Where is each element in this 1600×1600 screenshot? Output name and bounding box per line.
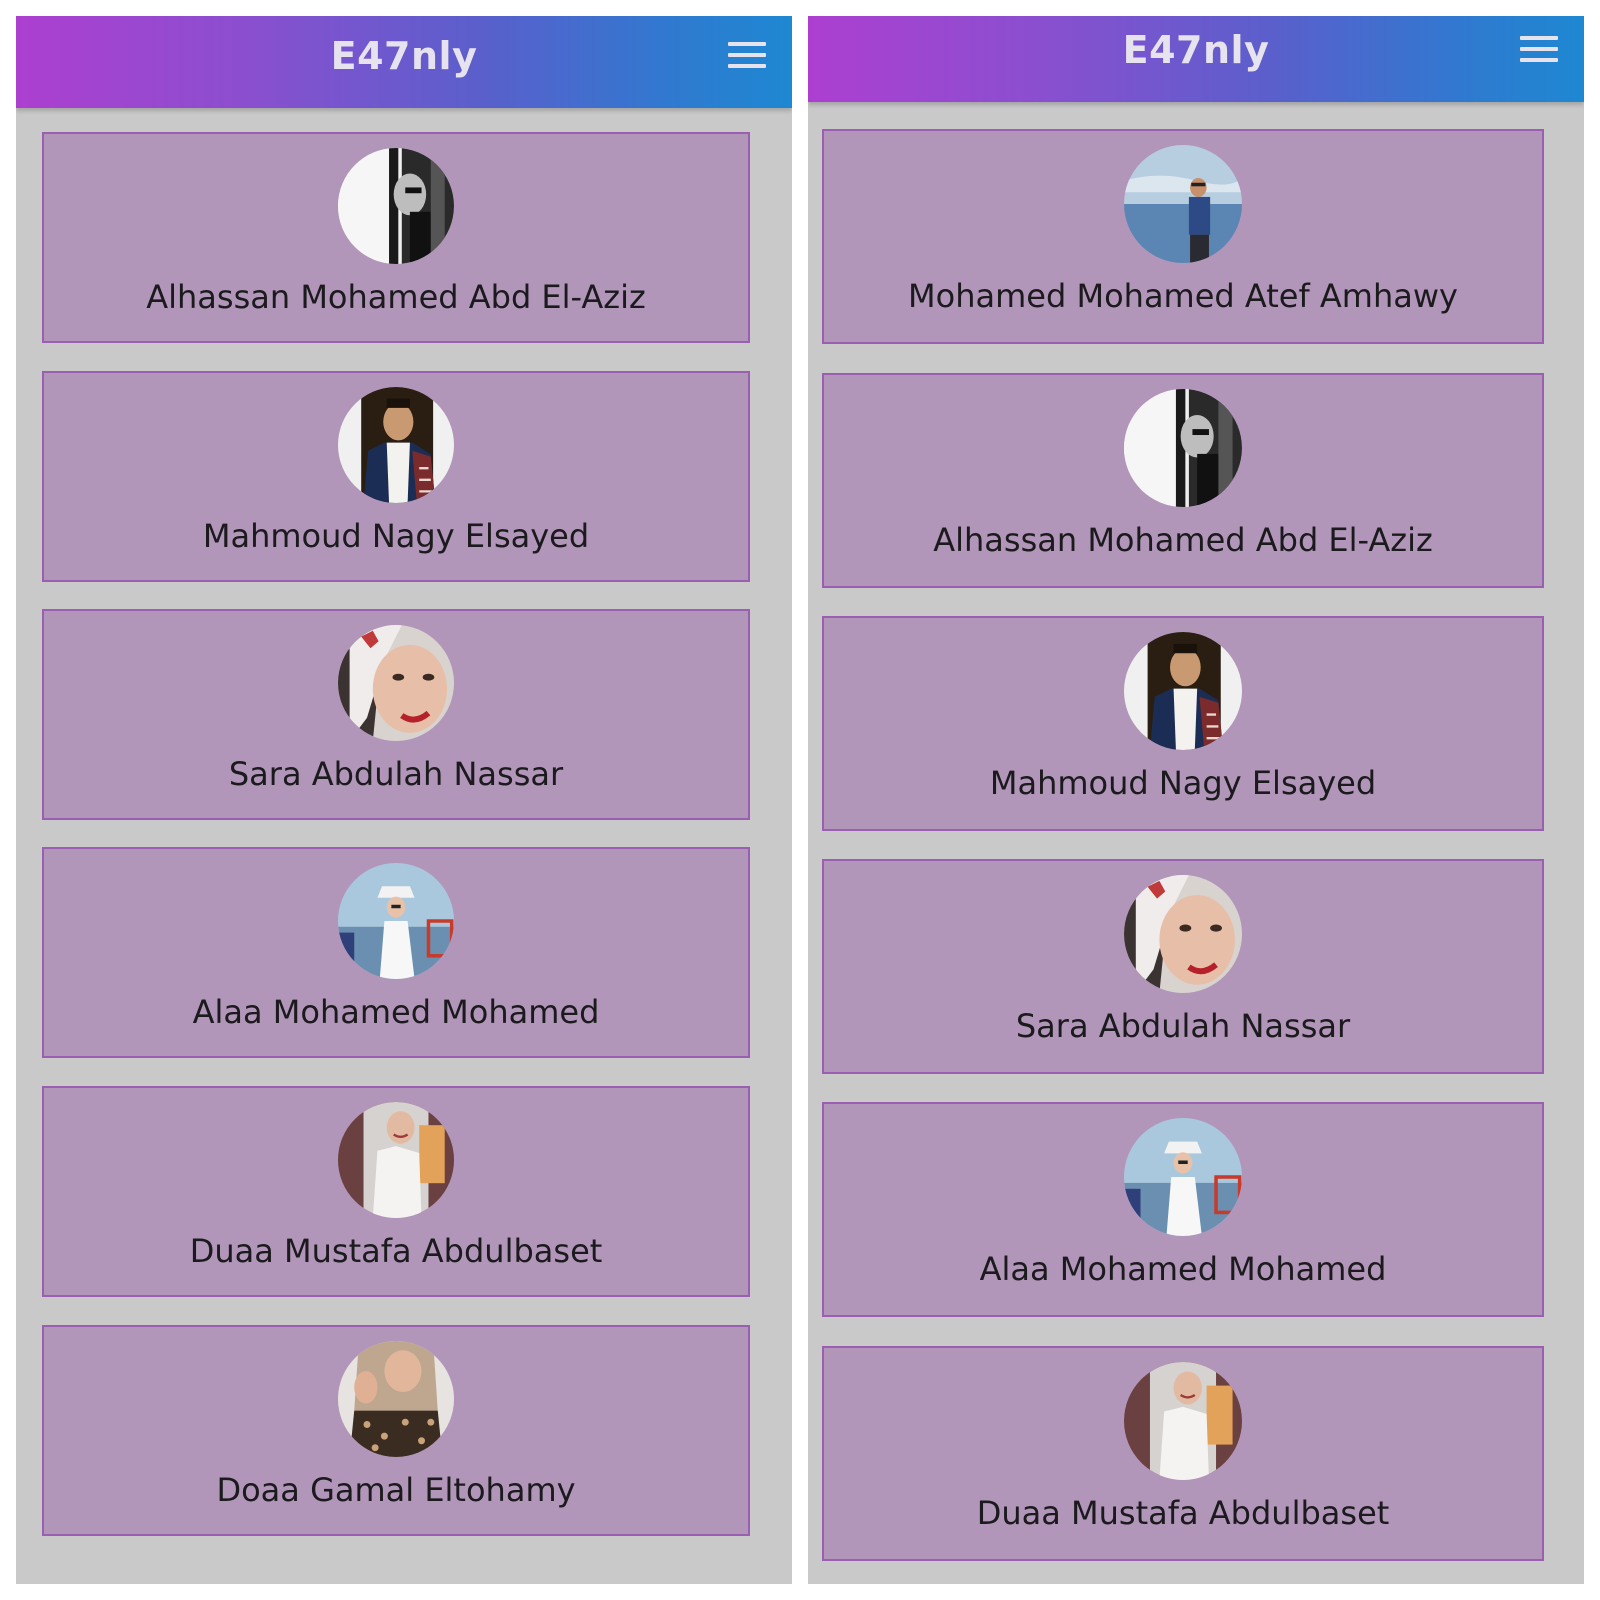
screen-right: E47nly Mohamed Mohamed Atef Amhawy Alhas… <box>808 16 1584 1584</box>
member-name: Alaa Mohamed Mohamed <box>979 1250 1387 1288</box>
member-name: Mohamed Mohamed Atef Amhawy <box>908 277 1458 315</box>
member-card[interactable]: Duaa Mustafa Abdulbaset <box>822 1346 1544 1561</box>
hamburger-menu-icon[interactable] <box>1520 36 1558 62</box>
member-name: Alaa Mohamed Mohamed <box>192 993 600 1031</box>
member-card[interactable]: Alaa Mohamed Mohamed <box>822 1102 1544 1317</box>
member-card[interactable]: Mahmoud Nagy Elsayed <box>42 371 750 582</box>
avatar <box>338 1102 454 1218</box>
screen-left: E47nly Alhassan Mohamed Abd El-Aziz Mahm… <box>16 16 792 1584</box>
member-card[interactable]: Duaa Mustafa Abdulbaset <box>42 1086 750 1297</box>
avatar <box>338 625 454 741</box>
avatar <box>1124 145 1242 263</box>
member-name: Sara Abdulah Nassar <box>1015 1007 1351 1045</box>
avatar <box>1124 389 1242 507</box>
member-name: Duaa Mustafa Abdulbaset <box>976 1494 1390 1532</box>
avatar <box>1124 875 1242 993</box>
avatar <box>1124 632 1242 750</box>
member-card[interactable]: Sara Abdulah Nassar <box>822 859 1544 1074</box>
member-card[interactable]: Alhassan Mohamed Abd El-Aziz <box>822 373 1544 588</box>
app-title: E47nly <box>1122 28 1270 72</box>
member-name: Mahmoud Nagy Elsayed <box>202 517 590 555</box>
avatar <box>338 387 454 503</box>
member-name: Mahmoud Nagy Elsayed <box>989 764 1377 802</box>
member-card[interactable]: Alhassan Mohamed Abd El-Aziz <box>42 132 750 343</box>
member-name: Sara Abdulah Nassar <box>228 755 564 793</box>
member-name: Alhassan Mohamed Abd El-Aziz <box>933 521 1433 559</box>
member-card[interactable]: Alaa Mohamed Mohamed <box>42 847 750 1058</box>
hamburger-menu-icon[interactable] <box>728 42 766 68</box>
member-card[interactable]: Doaa Gamal Eltohamy <box>42 1325 750 1536</box>
avatar <box>1124 1362 1242 1480</box>
member-name: Alhassan Mohamed Abd El-Aziz <box>146 278 646 316</box>
member-card[interactable]: Mohamed Mohamed Atef Amhawy <box>822 129 1544 344</box>
avatar <box>1124 1118 1242 1236</box>
avatar <box>338 148 454 264</box>
app-bar: E47nly <box>808 16 1584 102</box>
avatar <box>338 1341 454 1457</box>
member-name: Doaa Gamal Eltohamy <box>216 1471 576 1509</box>
app-bar: E47nly <box>16 16 792 108</box>
member-card[interactable]: Mahmoud Nagy Elsayed <box>822 616 1544 831</box>
app-title: E47nly <box>330 34 478 78</box>
member-name: Duaa Mustafa Abdulbaset <box>189 1232 603 1270</box>
avatar <box>338 863 454 979</box>
member-card[interactable]: Sara Abdulah Nassar <box>42 609 750 820</box>
